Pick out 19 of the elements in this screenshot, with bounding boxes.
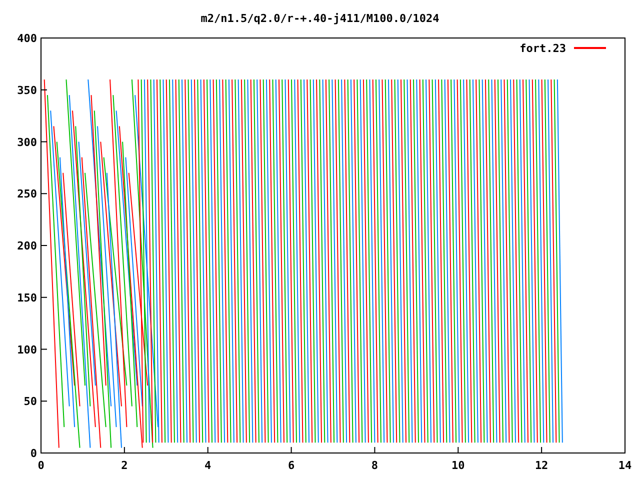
y-tick-label: 100 [17,343,37,356]
x-tick-label: 6 [288,459,295,472]
y-tick-label: 0 [30,447,37,460]
y-tick-label: 200 [17,240,37,252]
x-tick-label: 0 [38,459,44,472]
y-tick-label: 400 [17,32,37,45]
x-tick-label: 2 [121,459,128,472]
chart-title: m2/n1.5/q2.0/r-+.40-j411/M100.0/1024 [200,12,440,25]
y-tick-label: 50 [24,395,37,408]
legend-label: fort.23 [520,42,566,55]
x-tick-label: 4 [204,459,212,472]
x-tick-label: 12 [534,459,548,472]
x-tick-label: 14 [618,459,632,472]
x-tick-label: 8 [371,459,378,472]
y-tick-label: 300 [17,136,37,149]
y-tick-label: 350 [17,84,37,97]
x-tick-label: 10 [452,459,465,472]
y-tick-label: 150 [17,291,37,304]
y-tick-label: 250 [17,188,37,201]
